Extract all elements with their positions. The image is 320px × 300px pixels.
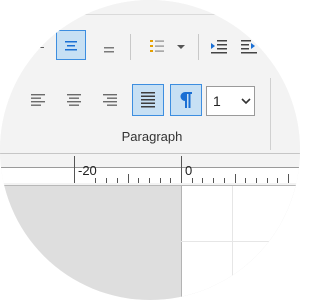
align-right-icon <box>104 47 114 53</box>
ribbon-divider <box>0 14 300 15</box>
increase-indent-button[interactable] <box>236 32 262 60</box>
show-formatting-button[interactable] <box>170 84 202 116</box>
ruler-minor-tick <box>277 178 278 183</box>
screenshot-stage: 1 Paragraph -20 0 <box>0 0 300 300</box>
ruler-strip <box>0 167 300 183</box>
group-divider <box>270 78 271 150</box>
ruler-minor-tick <box>138 178 139 183</box>
align-left-button[interactable] <box>24 86 52 114</box>
ruler-minor-tick <box>202 178 203 183</box>
bullet-list-icon <box>150 40 164 52</box>
ruler-minor-tick <box>170 178 171 183</box>
indent-decrease-icon <box>211 40 227 54</box>
ruler-minor-tick <box>160 178 161 183</box>
justify-button[interactable] <box>132 84 164 116</box>
page-guide-horizontal <box>181 241 300 242</box>
justify-icon <box>141 92 155 108</box>
ruler-minor-tick <box>299 178 300 183</box>
align-center-button[interactable] <box>60 86 88 114</box>
page-guide-vertical <box>232 186 233 300</box>
align-left-icon <box>31 94 45 106</box>
group-label-paragraph: Paragraph <box>121 129 183 144</box>
ruler-minor-tick <box>267 178 268 183</box>
chevron-down-icon <box>177 45 185 49</box>
ruler-minor-tick <box>149 178 150 183</box>
align-right-icon <box>103 94 117 106</box>
bullet-list-button[interactable] <box>144 32 170 60</box>
align-left-small-button[interactable] <box>34 37 48 57</box>
chevron-down-icon <box>238 97 254 105</box>
align-center-icon <box>65 41 77 51</box>
ruler-minor-tick <box>235 174 236 183</box>
viewport: 1 Paragraph -20 0 <box>0 0 300 300</box>
ruler-minor-tick <box>128 174 129 183</box>
align-left-icon <box>38 47 44 48</box>
bullet-list-dropdown[interactable] <box>172 38 190 56</box>
ruler-minor-tick <box>213 178 214 183</box>
ruler-minor-tick <box>106 178 107 183</box>
ribbon-paragraph-group: 1 Paragraph <box>0 0 300 158</box>
ruler-minor-tick <box>288 174 289 183</box>
ruler-minor-tick <box>192 178 193 183</box>
ribbon-separator <box>198 34 199 60</box>
horizontal-ruler[interactable]: -20 0 <box>0 154 300 186</box>
ruler-minor-tick <box>245 178 246 183</box>
line-spacing-select[interactable]: 1 <box>206 86 255 116</box>
ruler-minor-tick <box>256 178 257 183</box>
align-center-icon <box>67 94 81 106</box>
decrease-indent-button[interactable] <box>206 32 232 60</box>
page-area[interactable] <box>181 186 300 300</box>
align-center-small-button[interactable] <box>56 30 86 60</box>
ruler-minor-tick <box>224 178 225 183</box>
ruler-label-minus20: -20 <box>78 163 97 178</box>
ruler-major-tick <box>181 156 182 183</box>
ruler-label-zero: 0 <box>185 163 193 178</box>
paragraph-mark-icon <box>180 92 192 108</box>
line-spacing-value: 1 <box>213 93 221 109</box>
ruler-minor-tick <box>117 178 118 183</box>
ruler-minor-tick <box>95 178 96 183</box>
align-right-small-button[interactable] <box>96 34 122 60</box>
align-right-button[interactable] <box>96 86 124 114</box>
ribbon-separator <box>130 34 131 60</box>
ruler-major-tick <box>74 156 75 183</box>
indent-increase-icon <box>241 40 257 54</box>
